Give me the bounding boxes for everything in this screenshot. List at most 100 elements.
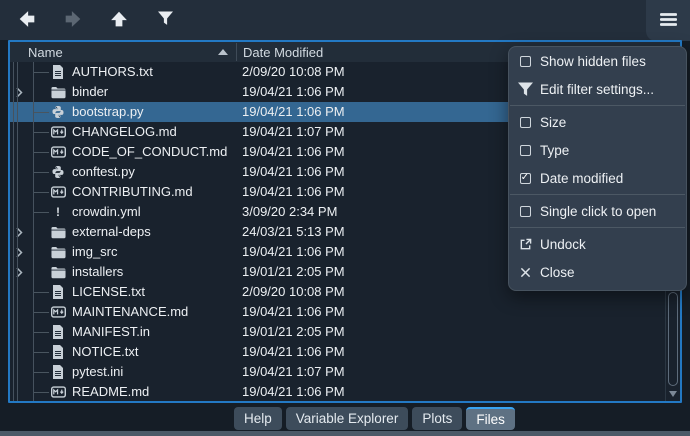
file-row[interactable]: NOTICE.txt 19/04/21 1:06 PM	[10, 342, 665, 362]
tree-branch-line	[33, 112, 49, 113]
tree-branch-line	[33, 312, 49, 313]
menu-item-label: Single click to open	[540, 203, 657, 219]
file-date: 24/03/21 5:13 PM	[242, 224, 345, 239]
file-date: 19/01/21 2:05 PM	[242, 324, 345, 339]
sort-ascending-icon	[218, 49, 228, 55]
menu-item-show-hidden-files[interactable]: Show hidden files	[509, 47, 686, 75]
file-date: 19/04/21 1:07 PM	[242, 364, 345, 379]
tree-branch-line	[33, 212, 49, 213]
checkbox-unchecked-icon[interactable]	[519, 116, 531, 128]
menu-item-label: Edit filter settings...	[540, 81, 655, 97]
column-name-label: Name	[28, 44, 63, 60]
file-date: 19/04/21 1:06 PM	[242, 304, 345, 319]
options-menu-button[interactable]	[646, 0, 690, 41]
tree-branch-line	[33, 372, 49, 373]
file-date: 3/09/20 2:34 PM	[242, 204, 338, 219]
tab-plots[interactable]: Plots	[412, 407, 463, 430]
tree-branch-line	[33, 152, 49, 153]
exclamation-file-icon: !	[56, 205, 60, 219]
file-name: installers	[72, 264, 124, 279]
menu-item-label: Type	[540, 142, 570, 158]
tree-branch-line	[33, 292, 49, 293]
menu-item-undock[interactable]: Undock	[509, 230, 686, 258]
back-button[interactable]	[10, 3, 44, 37]
file-row[interactable]: MAINTENANCE.md 19/04/21 1:06 PM	[10, 302, 665, 322]
file-date: 19/04/21 1:06 PM	[242, 104, 345, 119]
file-name: LICENSE.txt	[72, 284, 145, 299]
menu-item-type[interactable]: Type	[509, 136, 686, 164]
file-name: CHANGELOG.md	[72, 124, 177, 139]
scrollbar-thumb[interactable]	[668, 292, 678, 386]
file-date: 19/04/21 1:06 PM	[242, 84, 345, 99]
file-date: 19/04/21 1:06 PM	[242, 144, 345, 159]
scroll-down-icon[interactable]	[669, 391, 677, 397]
statusbar-edge	[0, 431, 690, 436]
checkbox-checked-icon[interactable]: ✓	[519, 172, 531, 184]
up-button[interactable]	[102, 3, 136, 37]
menu-item-checkbox: ✓	[517, 172, 533, 184]
file-name: AUTHORS.txt	[72, 64, 153, 79]
file-row[interactable]: README.md 19/04/21 1:06 PM	[10, 382, 665, 401]
arrow-right-icon	[64, 10, 82, 31]
text-file-icon	[50, 65, 66, 79]
menu-item-label: Size	[540, 114, 567, 130]
tab-help[interactable]: Help	[234, 407, 282, 430]
undock-icon	[517, 238, 533, 251]
tree-branch-line	[33, 172, 49, 173]
files-pane: Name Date Modified AUTHORS.txt 2/09/20 10…	[0, 0, 690, 436]
file-name: NOTICE.txt	[72, 344, 139, 359]
tree-branch-line	[33, 392, 49, 393]
menu-item-checkbox	[517, 144, 533, 156]
markdown-file-icon	[50, 305, 66, 319]
file-row[interactable]: MANIFEST.in 19/01/21 2:05 PM	[10, 322, 665, 342]
file-name: CODE_OF_CONDUCT.md	[72, 144, 228, 159]
filter-files-button[interactable]	[148, 3, 182, 37]
tree-guide-line	[33, 62, 34, 401]
menu-item-size[interactable]: Size	[509, 108, 686, 136]
markdown-file-icon	[50, 185, 66, 199]
folder-icon	[50, 85, 66, 99]
filter-icon	[517, 82, 533, 97]
files-toolbar	[0, 0, 690, 41]
tree-branch-line	[33, 132, 49, 133]
tree-guide-line	[17, 62, 18, 401]
file-date: 2/09/20 10:08 PM	[242, 284, 345, 299]
menu-item-date-modified[interactable]: ✓ Date modified	[509, 164, 686, 192]
menu-item-edit-filter-settings[interactable]: Edit filter settings...	[509, 75, 686, 103]
file-date: 19/04/21 1:07 PM	[242, 124, 345, 139]
tab-variable-explorer[interactable]: Variable Explorer	[285, 407, 409, 430]
tree-guide-line	[13, 62, 14, 401]
file-name: CONTRIBUTING.md	[72, 184, 193, 199]
menu-item-checkbox	[517, 205, 533, 217]
file-name: bootstrap.py	[72, 104, 144, 119]
hamburger-icon	[659, 12, 677, 29]
folder-icon	[50, 245, 66, 259]
tab-files[interactable]: Files	[466, 407, 515, 430]
close-icon	[517, 267, 533, 278]
checkbox-unchecked-icon[interactable]	[519, 55, 531, 67]
file-name: pytest.ini	[72, 364, 124, 379]
folder-icon	[50, 265, 66, 279]
menu-item-close[interactable]: Close	[509, 258, 686, 286]
text-file-icon	[50, 325, 66, 339]
column-header-name[interactable]: Name	[10, 42, 236, 62]
python-file-icon	[50, 165, 66, 179]
markdown-file-icon	[50, 385, 66, 399]
checkbox-unchecked-icon[interactable]	[519, 144, 531, 156]
text-file-icon	[50, 365, 66, 379]
folder-icon	[50, 225, 66, 239]
filter-icon	[157, 11, 173, 29]
menu-item-single-click-to-open[interactable]: Single click to open	[509, 197, 686, 225]
arrow-left-icon	[18, 10, 36, 31]
python-file-icon	[50, 105, 66, 119]
options-context-menu: Show hidden files Edit filter settings...…	[508, 46, 687, 291]
forward-button[interactable]	[56, 3, 90, 37]
file-name: binder	[72, 84, 109, 99]
file-row[interactable]: pytest.ini 19/04/21 1:07 PM	[10, 362, 665, 382]
pane-tabbar: Help Variable Explorer Plots Files	[0, 407, 690, 432]
menu-separator	[510, 105, 685, 106]
checkbox-unchecked-icon[interactable]	[519, 205, 531, 217]
file-name: MAINTENANCE.md	[72, 304, 189, 319]
file-date: 19/04/21 1:06 PM	[242, 184, 345, 199]
text-file-icon	[50, 285, 66, 299]
